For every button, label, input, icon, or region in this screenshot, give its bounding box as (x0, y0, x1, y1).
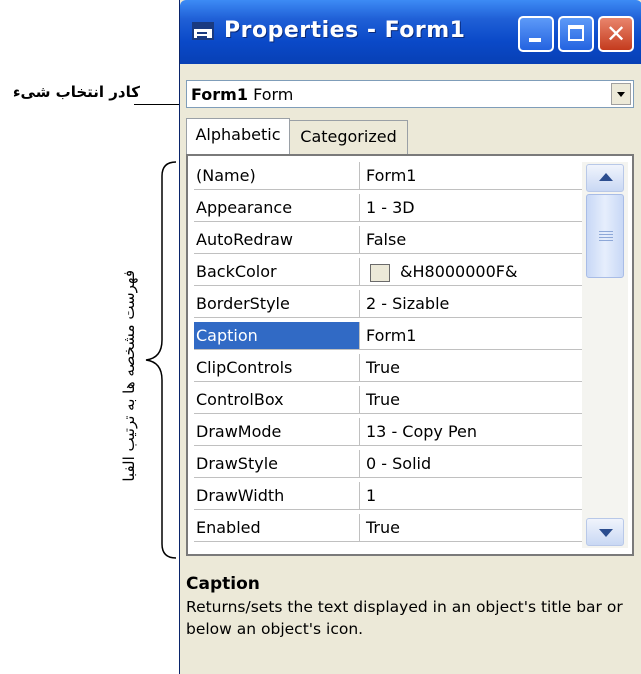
property-value[interactable]: &H8000000F& (360, 258, 582, 286)
properties-window: Properties - Form1 ✕ Form1 Form Alphabet… (179, 0, 641, 674)
scroll-up-button[interactable] (586, 164, 624, 192)
color-swatch (370, 263, 390, 282)
property-name: Caption (194, 322, 360, 350)
property-value[interactable]: 1 (360, 482, 582, 510)
property-row[interactable]: DrawWidth 1 (194, 482, 582, 511)
object-name: Form1 (191, 85, 248, 104)
minimize-button[interactable] (518, 16, 554, 52)
property-value[interactable]: 1 - 3D (360, 194, 582, 222)
properties-window-icon (192, 22, 214, 40)
property-value[interactable]: False (360, 226, 582, 254)
property-value[interactable]: 13 - Copy Pen (360, 418, 582, 446)
object-selector-annotation: کادر انتخاب شیء (12, 83, 140, 101)
property-grid: (Name) Form1 Appearance 1 - 3D AutoRedraw Fal… (186, 154, 634, 556)
property-name: DrawWidth (194, 482, 360, 510)
object-selector[interactable]: Form1 Form (186, 80, 634, 108)
property-value[interactable]: True (360, 354, 582, 382)
scroll-thumb[interactable] (586, 194, 624, 278)
property-row[interactable]: DrawStyle 0 - Solid (194, 450, 582, 479)
property-name: BackColor (194, 258, 360, 286)
property-name: AutoRedraw (194, 226, 360, 254)
property-row[interactable]: DrawMode 13 - Copy Pen (194, 418, 582, 447)
arrow-down-icon (599, 529, 613, 537)
property-value[interactable]: True (360, 386, 582, 414)
arrow-up-icon (599, 173, 613, 181)
property-value[interactable]: True (360, 514, 582, 542)
maximize-button[interactable] (558, 16, 594, 52)
property-name: BorderStyle (194, 290, 360, 318)
property-row[interactable]: BackColor &H8000000F& (194, 258, 582, 287)
property-value[interactable]: Form1 (360, 322, 582, 350)
window-title: Properties - Form1 (224, 18, 466, 43)
property-row[interactable]: ClipControls True (194, 354, 582, 383)
property-row[interactable]: ControlBox True (194, 386, 582, 415)
property-value[interactable]: 2 - Sizable (360, 290, 582, 318)
property-list-brace (145, 161, 177, 559)
property-name: ControlBox (194, 386, 360, 414)
property-row[interactable]: Enabled True (194, 514, 582, 543)
close-button[interactable]: ✕ (598, 16, 634, 52)
property-name: Enabled (194, 514, 360, 542)
property-row[interactable]: AutoRedraw False (194, 226, 582, 255)
tab-alphabetic[interactable]: Alphabetic (186, 118, 290, 154)
property-row[interactable]: BorderStyle 2 - Sizable (194, 290, 582, 319)
property-value-text: &H8000000F& (400, 262, 518, 281)
property-row[interactable]: Caption Form1 (194, 322, 582, 351)
property-row[interactable]: Appearance 1 - 3D (194, 194, 582, 223)
chevron-down-icon (617, 92, 625, 97)
property-value[interactable]: Form1 (360, 162, 582, 190)
property-name: ClipControls (194, 354, 360, 382)
property-name: DrawStyle (194, 450, 360, 478)
close-icon: ✕ (605, 20, 627, 48)
grip-icon (599, 231, 613, 232)
property-list-annotation: فهرست مشخصه ها به ترتیب الفبا (120, 270, 138, 482)
vertical-scrollbar[interactable] (582, 162, 628, 548)
scroll-down-button[interactable] (586, 518, 624, 546)
property-name: Appearance (194, 194, 360, 222)
property-row[interactable]: (Name) Form1 (194, 162, 582, 191)
property-name: (Name) (194, 162, 360, 190)
property-value[interactable]: 0 - Solid (360, 450, 582, 478)
description-text: Returns/sets the text displayed in an ob… (186, 598, 623, 638)
minimize-icon (529, 38, 541, 42)
dropdown-button[interactable] (611, 83, 631, 105)
tab-categorized[interactable]: Categorized (290, 120, 408, 154)
description-pane: Caption Returns/sets the text displayed … (186, 566, 636, 666)
object-type: Form (253, 85, 294, 104)
title-bar[interactable]: Properties - Form1 ✕ (180, 0, 641, 64)
property-name: DrawMode (194, 418, 360, 446)
maximize-icon (568, 25, 584, 41)
description-title: Caption (186, 574, 260, 594)
